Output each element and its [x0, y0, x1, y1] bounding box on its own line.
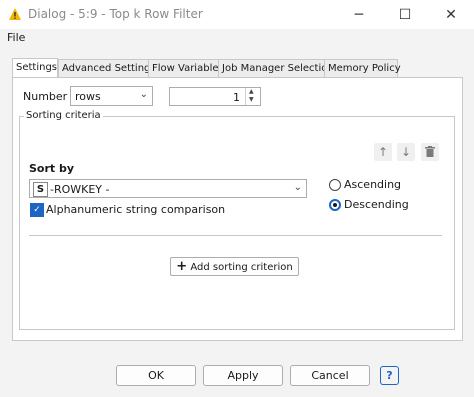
- title-bar: Dialog - 5:9 - Top k Row Filter ─ ☐ ✕: [0, 0, 474, 29]
- sort-column-select[interactable]: S -ROWKEY - ⌄: [29, 179, 307, 198]
- number-of-unit-value: rows: [75, 90, 101, 103]
- divider: [29, 235, 442, 236]
- cancel-button[interactable]: Cancel: [290, 365, 370, 386]
- number-spinner[interactable]: 1 ▲ ▼: [169, 87, 261, 106]
- alphanumeric-checkbox[interactable]: ✓: [30, 203, 44, 217]
- ascending-label: Ascending: [344, 178, 402, 191]
- sorting-criteria-group: Sorting criteria ↑ ↓ Sort by S -ROWKEY -…: [19, 110, 455, 330]
- ok-button[interactable]: OK: [116, 365, 196, 386]
- close-button[interactable]: ✕: [441, 5, 461, 25]
- trash-icon[interactable]: [421, 143, 439, 161]
- tab-settings[interactable]: Settings: [12, 58, 58, 77]
- tab-flow-variables[interactable]: Flow Variables: [148, 59, 224, 77]
- sorting-criteria-title: Sorting criteria: [24, 110, 103, 121]
- string-type-icon: S: [33, 182, 48, 197]
- descending-label: Descending: [344, 198, 409, 211]
- tab-advanced-settings[interactable]: Advanced Settings: [58, 59, 156, 77]
- add-sorting-criterion-label: Add sorting criterion: [190, 262, 293, 273]
- settings-panel: Number of rows ⌄ 1 ▲ ▼ Sorting criteria …: [12, 77, 463, 341]
- number-of-unit-select[interactable]: rows ⌄: [70, 86, 153, 106]
- warning-icon: [9, 8, 21, 20]
- sort-column-value: -ROWKEY -: [50, 183, 110, 196]
- add-sorting-criterion-button[interactable]: + Add sorting criterion: [170, 257, 299, 276]
- descending-radio[interactable]: [329, 199, 341, 211]
- spinner-down-icon[interactable]: ▼: [249, 96, 254, 104]
- window-title: Dialog - 5:9 - Top k Row Filter: [28, 7, 203, 21]
- menu-file[interactable]: File: [7, 31, 25, 44]
- number-spinner-value: 1: [233, 91, 240, 104]
- minimize-button[interactable]: ─: [349, 5, 369, 25]
- chevron-down-icon: ⌄: [293, 182, 302, 193]
- menu-bar: File: [0, 29, 474, 47]
- tab-memory-policy[interactable]: Memory Policy: [324, 59, 401, 77]
- help-icon[interactable]: ?: [380, 366, 399, 385]
- apply-button[interactable]: Apply: [203, 365, 283, 386]
- spinner-up-icon[interactable]: ▲: [249, 88, 254, 96]
- plus-icon: +: [176, 259, 188, 274]
- maximize-button[interactable]: ☐: [395, 5, 415, 25]
- sort-by-label: Sort by: [29, 162, 75, 175]
- ascending-radio[interactable]: [329, 179, 341, 191]
- tab-job-manager-selection[interactable]: Job Manager Selection: [218, 59, 334, 77]
- arrow-down-icon[interactable]: ↓: [397, 143, 415, 161]
- alphanumeric-label: Alphanumeric string comparison: [46, 203, 226, 216]
- chevron-down-icon: ⌄: [139, 89, 148, 100]
- spinner-buttons: ▲ ▼: [245, 88, 260, 105]
- arrow-up-icon[interactable]: ↑: [374, 143, 392, 161]
